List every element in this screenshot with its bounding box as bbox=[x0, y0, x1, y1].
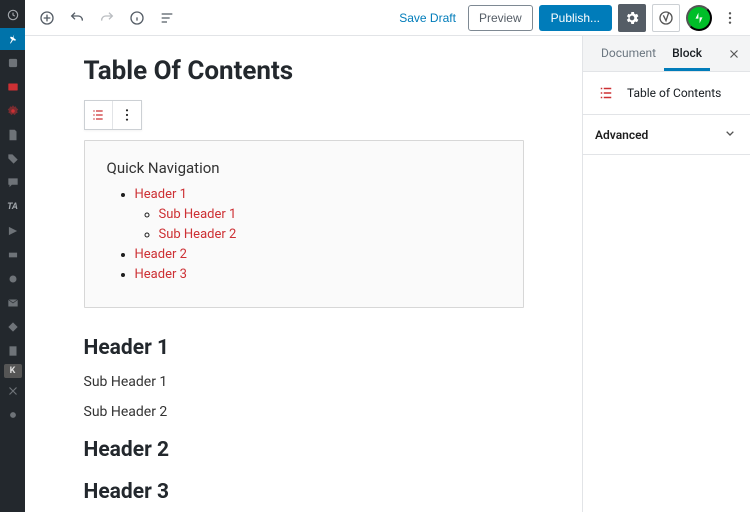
tab-block[interactable]: Block bbox=[664, 36, 710, 71]
advanced-label: Advanced bbox=[595, 128, 648, 142]
toc-heading: Quick Navigation bbox=[107, 159, 501, 177]
list-item: Sub Header 1 bbox=[159, 207, 501, 222]
rail-item-icon[interactable] bbox=[0, 52, 25, 74]
rail-gear-icon[interactable] bbox=[0, 100, 25, 122]
outline-button[interactable] bbox=[153, 4, 181, 32]
settings-sidebar: Document Block Table of Contents Advance… bbox=[582, 36, 750, 512]
heading-block[interactable]: Header 2 bbox=[84, 438, 524, 462]
block-toolbar bbox=[84, 100, 142, 130]
list-item: Header 3 bbox=[135, 267, 501, 282]
heading-block[interactable]: Header 3 bbox=[84, 480, 524, 504]
more-menu-button[interactable] bbox=[718, 4, 742, 32]
sidebar-tabs: Document Block bbox=[583, 36, 750, 72]
rail-generic4-icon[interactable] bbox=[0, 316, 25, 338]
close-sidebar-button[interactable] bbox=[726, 46, 742, 62]
rail-generic5-icon[interactable] bbox=[0, 340, 25, 362]
undo-button[interactable] bbox=[63, 4, 91, 32]
rail-ta-icon[interactable]: TA bbox=[0, 196, 25, 218]
preview-button[interactable]: Preview bbox=[468, 5, 533, 31]
block-more-button[interactable] bbox=[113, 101, 141, 129]
rail-generic3-icon[interactable] bbox=[0, 268, 25, 290]
settings-gear-button[interactable] bbox=[618, 4, 646, 32]
rail-dashboard-icon[interactable] bbox=[0, 4, 25, 26]
jetpack-button[interactable] bbox=[686, 5, 712, 31]
info-button[interactable] bbox=[123, 4, 151, 32]
yoast-button[interactable] bbox=[652, 4, 680, 32]
block-name-label: Table of Contents bbox=[627, 86, 721, 100]
add-block-button[interactable] bbox=[33, 4, 61, 32]
paragraph-block[interactable]: Sub Header 2 bbox=[84, 404, 524, 420]
toc-link[interactable]: Sub Header 2 bbox=[159, 227, 237, 242]
toc-block[interactable]: Quick Navigation Header 1 Sub Header 1 S… bbox=[84, 140, 524, 308]
rail-generic-icon[interactable] bbox=[0, 220, 25, 242]
rail-generic2-icon[interactable] bbox=[0, 244, 25, 266]
editor-canvas[interactable]: Table Of Contents Quick Navigation Heade… bbox=[25, 36, 582, 512]
redo-button[interactable] bbox=[93, 4, 121, 32]
rail-pin-icon[interactable] bbox=[0, 28, 25, 50]
toc-link[interactable]: Header 3 bbox=[135, 267, 187, 282]
toc-list: Header 1 Sub Header 1 Sub Header 2 Heade… bbox=[107, 187, 501, 282]
heading-block[interactable]: Header 1 bbox=[84, 336, 524, 360]
admin-rail: TA K bbox=[0, 0, 25, 512]
list-item: Header 1 Sub Header 1 Sub Header 2 bbox=[135, 187, 501, 242]
rail-page-icon[interactable] bbox=[0, 124, 25, 146]
paragraph-block[interactable]: Sub Header 1 bbox=[84, 374, 524, 390]
list-item: Sub Header 2 bbox=[159, 227, 501, 242]
advanced-panel[interactable]: Advanced bbox=[583, 115, 750, 155]
rail-k-icon[interactable]: K bbox=[4, 364, 22, 378]
toc-link[interactable]: Sub Header 1 bbox=[159, 207, 237, 222]
page-title[interactable]: Table Of Contents bbox=[84, 56, 524, 86]
block-info-section: Table of Contents bbox=[583, 72, 750, 115]
chevron-down-icon bbox=[722, 125, 738, 144]
rail-media-icon[interactable] bbox=[0, 76, 25, 98]
rail-generic7-icon[interactable] bbox=[0, 404, 25, 426]
rail-mail-icon[interactable] bbox=[0, 292, 25, 314]
toc-block-icon[interactable] bbox=[85, 101, 113, 129]
rail-comment-icon[interactable] bbox=[0, 172, 25, 194]
publish-button[interactable]: Publish... bbox=[539, 5, 612, 31]
tab-document[interactable]: Document bbox=[593, 36, 664, 71]
toc-link[interactable]: Header 1 bbox=[135, 187, 187, 202]
main-area: Save Draft Preview Publish... Table Of C… bbox=[25, 0, 750, 512]
rail-tag-icon[interactable] bbox=[0, 148, 25, 170]
rail-generic6-icon[interactable] bbox=[0, 380, 25, 402]
toc-icon bbox=[595, 82, 617, 104]
list-item: Header 2 bbox=[135, 247, 501, 262]
editor-toolbar: Save Draft Preview Publish... bbox=[25, 0, 750, 36]
toc-link[interactable]: Header 2 bbox=[135, 247, 187, 262]
save-draft-button[interactable]: Save Draft bbox=[393, 7, 462, 29]
